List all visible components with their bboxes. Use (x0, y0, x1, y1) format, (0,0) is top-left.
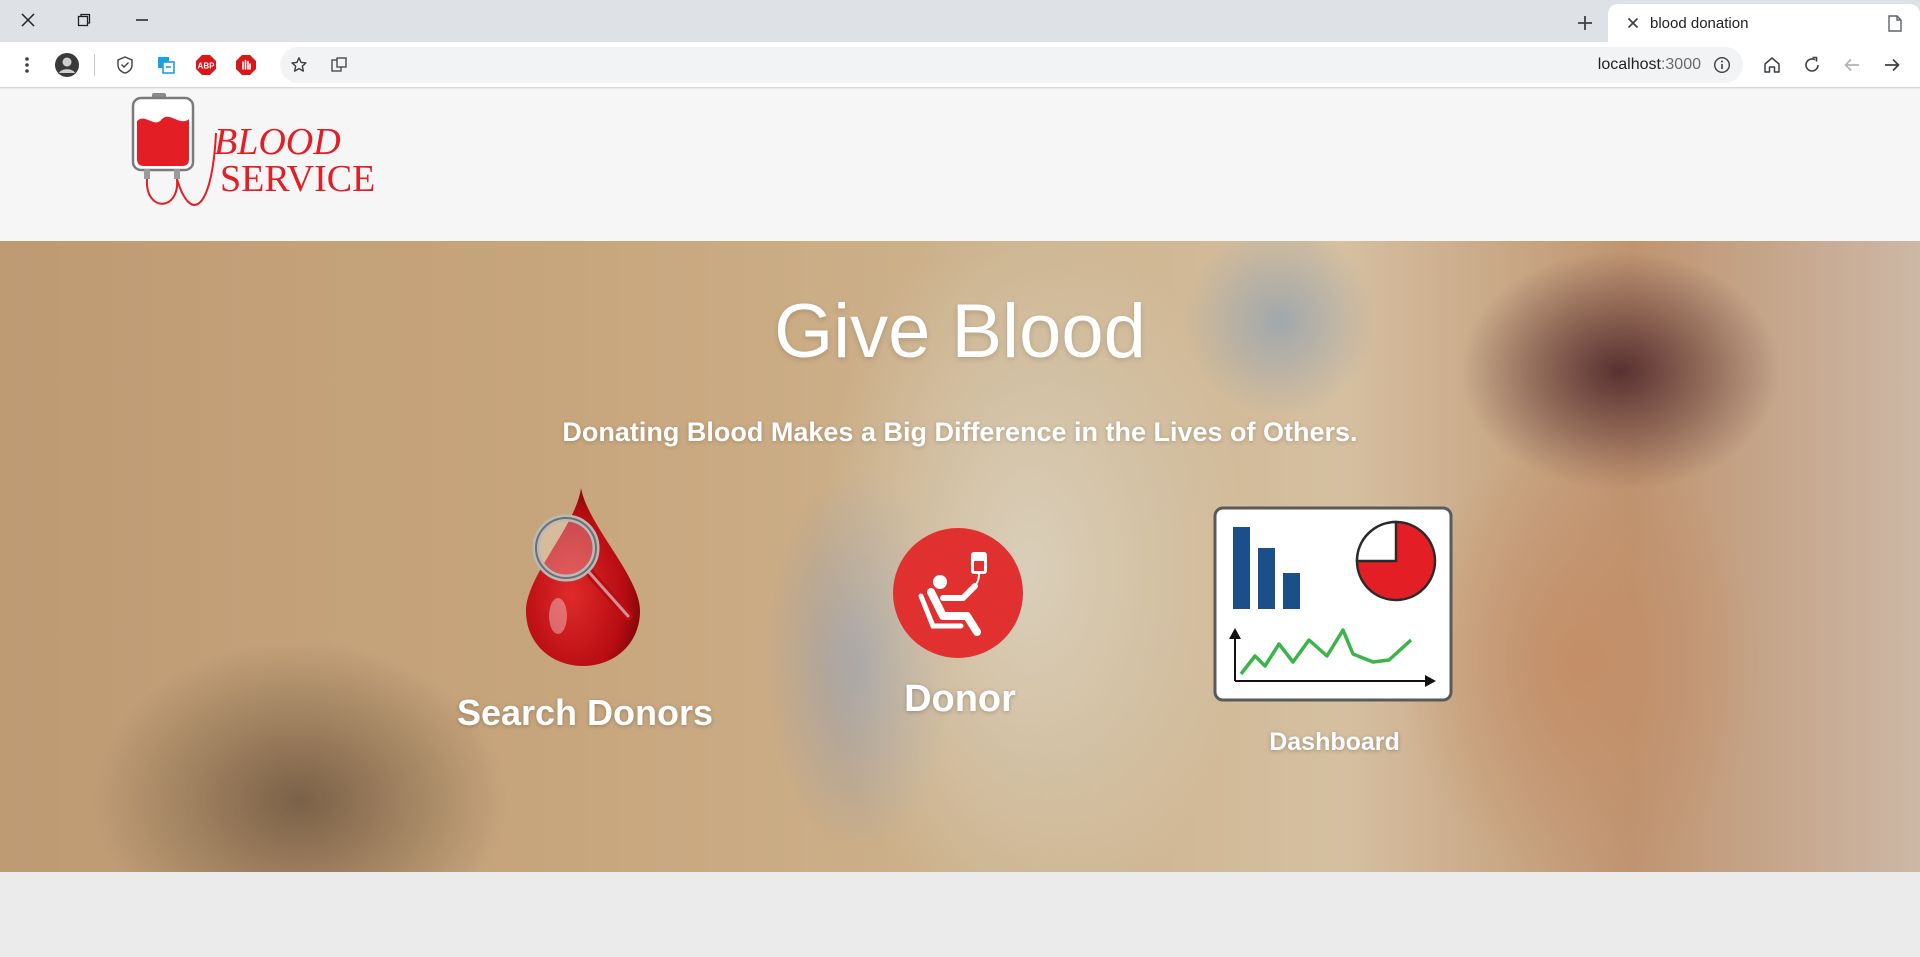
reload-icon[interactable] (1797, 50, 1827, 80)
dashboard-chart-icon (1213, 506, 1453, 702)
close-window-icon[interactable] (4, 4, 52, 36)
back-arrow-icon[interactable] (1837, 50, 1867, 80)
active-tab[interactable]: blood donation (1608, 4, 1920, 42)
url-host: localhost (1597, 56, 1661, 73)
hero-subtitle: Donating Blood Makes a Big Difference in… (562, 417, 1358, 447)
menu-kebab-icon[interactable] (12, 50, 42, 80)
bookmark-star-icon[interactable] (284, 50, 314, 80)
page-favicon-icon (1880, 8, 1910, 38)
profile-avatar-icon[interactable] (52, 50, 82, 80)
adblock-plus-icon[interactable]: ABP (191, 50, 221, 80)
url-text[interactable]: localhost:3000 (1598, 56, 1701, 74)
url-port: :3000 (1660, 56, 1701, 73)
restore-window-icon[interactable] (60, 4, 108, 36)
translate-extension-icon[interactable] (151, 50, 181, 80)
svg-text:ABP: ABP (198, 62, 216, 71)
sidepanel-icon[interactable] (324, 50, 354, 80)
logo-line-service: SERVICE (220, 158, 376, 200)
address-bar[interactable]: localhost:3000 (280, 47, 1743, 83)
dashboard-label: Dashboard (1269, 728, 1400, 756)
site-info-icon[interactable] (1711, 54, 1733, 76)
donor-chair-icon (893, 528, 1023, 658)
blood-drop-magnifier-icon (526, 488, 640, 666)
hero-section: Give Blood Donating Blood Makes a Big Di… (0, 241, 1920, 872)
donor-label: Donor (904, 678, 1016, 720)
search-donors-link[interactable]: Search Donors (440, 486, 730, 736)
dashboard-link[interactable]: Dashboard (1213, 506, 1456, 766)
page-footer-area (0, 872, 1920, 957)
shield-extension-icon[interactable] (110, 50, 140, 80)
minimize-window-icon[interactable] (118, 4, 166, 36)
tab-title: blood donation (1650, 14, 1749, 32)
browser-tab-bar: blood donation (0, 0, 1920, 42)
toolbar-divider (94, 54, 95, 76)
search-donors-label: Search Donors (456, 692, 714, 733)
tab-close-icon[interactable] (1618, 8, 1648, 38)
blood-service-logo[interactable]: BLOOD SERVICE (130, 93, 375, 233)
new-tab-button[interactable] (1570, 8, 1600, 38)
site-header: BLOOD SERVICE (0, 89, 1920, 241)
home-icon[interactable] (1757, 50, 1787, 80)
browser-toolbar: ABP localhost:3000 (0, 42, 1920, 88)
stop-hand-extension-icon[interactable] (231, 50, 261, 80)
donor-link[interactable]: Donor (860, 526, 1060, 736)
forward-arrow-icon[interactable] (1877, 50, 1907, 80)
hero-title: Give Blood (774, 289, 1146, 374)
